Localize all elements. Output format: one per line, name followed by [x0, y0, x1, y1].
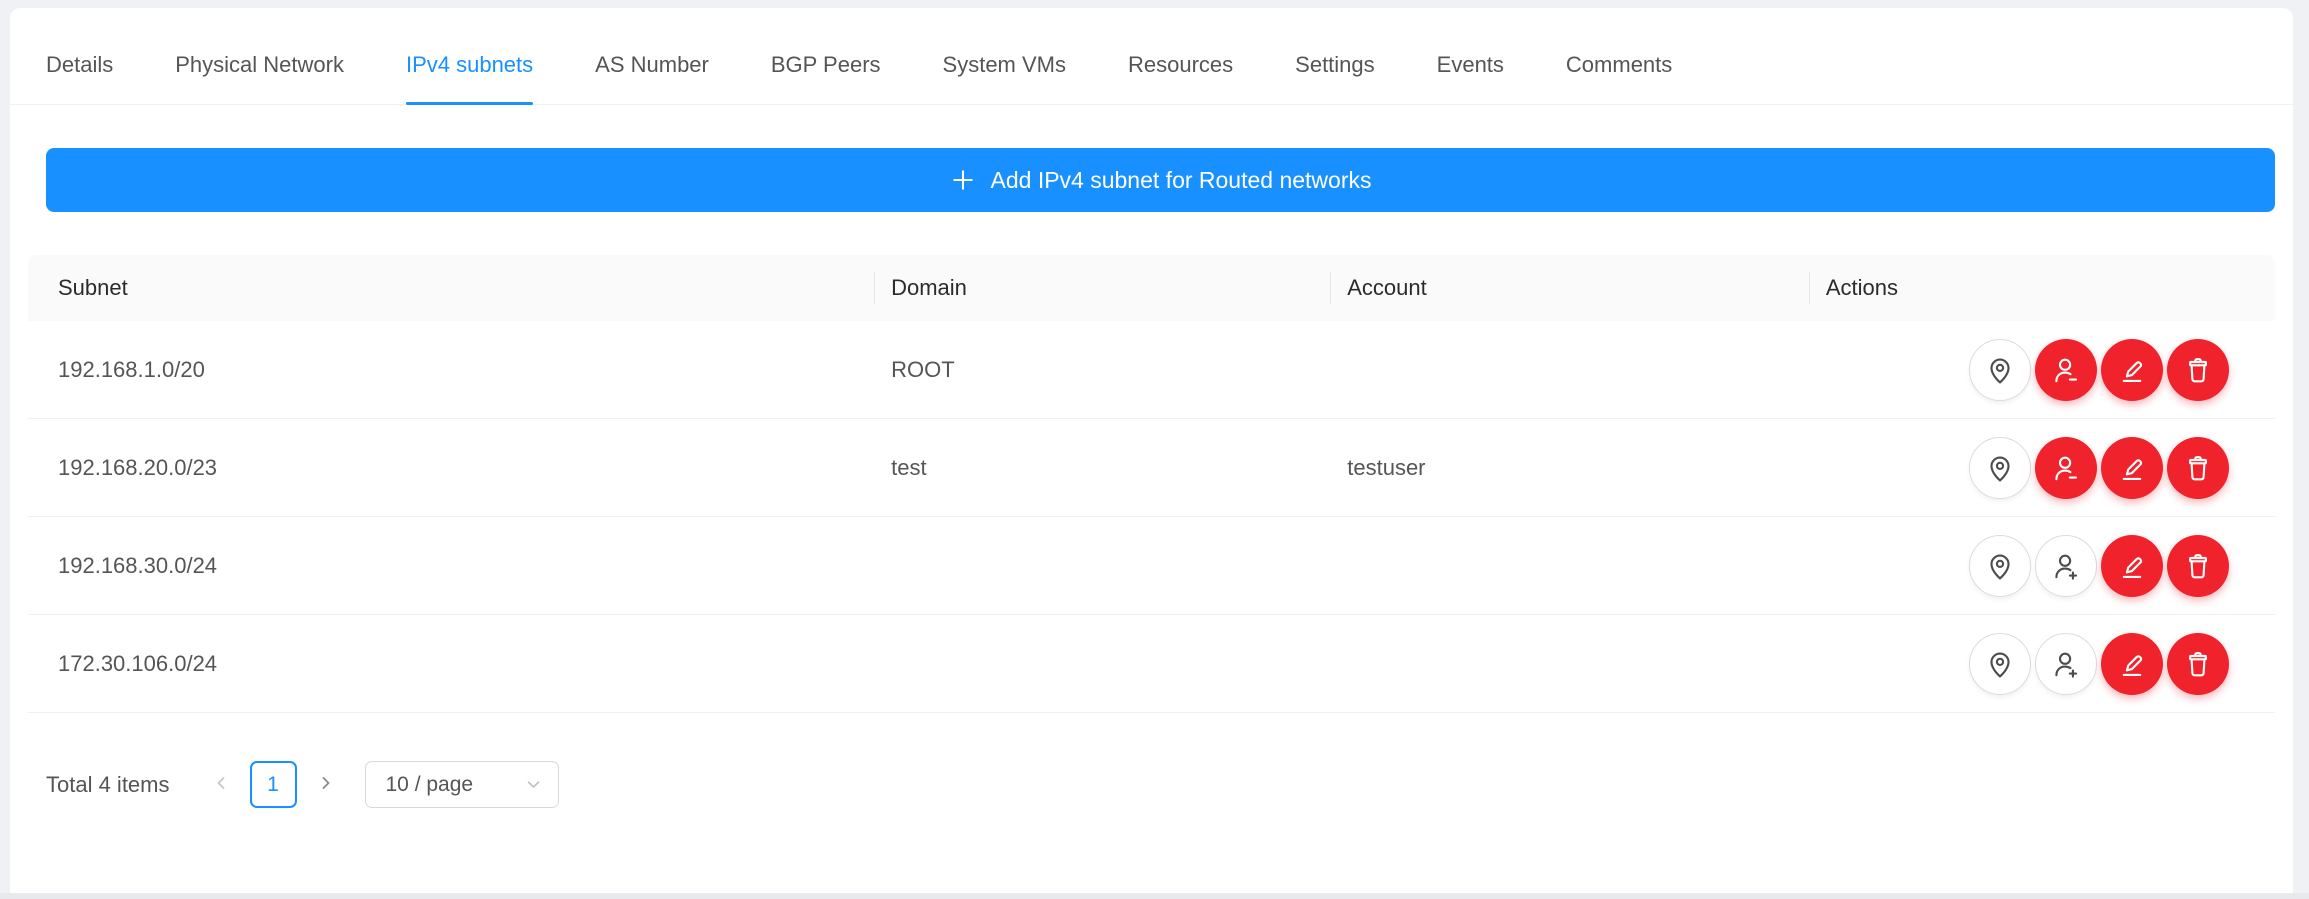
- cell-account: [1331, 517, 1810, 615]
- cell-account: [1331, 321, 1810, 419]
- release-dedication-button[interactable]: [2035, 339, 2097, 401]
- tab-physical-network[interactable]: Physical Network: [175, 26, 344, 104]
- tab-label: Physical Network: [175, 52, 344, 78]
- delete-icon: [2182, 452, 2214, 484]
- delete-icon: [2182, 648, 2214, 680]
- cell-account: testuser: [1331, 419, 1810, 517]
- tab-label: BGP Peers: [771, 52, 881, 78]
- previous-page-button[interactable]: [206, 761, 236, 808]
- column-header-account: Account: [1331, 255, 1810, 321]
- view-subnet-button[interactable]: [1969, 535, 2031, 597]
- cell-subnet: 192.168.1.0/20: [28, 321, 875, 419]
- dedicate-subnet-button[interactable]: [2035, 633, 2097, 695]
- tab-label: System VMs: [943, 52, 1066, 78]
- view-subnet-button[interactable]: [1969, 437, 2031, 499]
- table-row: 172.30.106.0/24: [28, 615, 2275, 713]
- release-dedication-button[interactable]: [2035, 437, 2097, 499]
- column-header-domain: Domain: [875, 255, 1331, 321]
- user-plus-icon: [2050, 550, 2082, 582]
- tab-system-vms[interactable]: System VMs: [943, 26, 1066, 104]
- edit-subnet-button[interactable]: [2101, 339, 2163, 401]
- tab-settings[interactable]: Settings: [1295, 26, 1375, 104]
- plus-icon: [950, 167, 976, 193]
- cell-domain: test: [875, 419, 1331, 517]
- tab-label: Details: [46, 52, 113, 78]
- cell-subnet: 172.30.106.0/24: [28, 615, 875, 713]
- location-pin-icon: [1984, 452, 2016, 484]
- edit-icon: [2116, 648, 2148, 680]
- table-row: 192.168.20.0/23 test testuser: [28, 419, 2275, 517]
- tab-events[interactable]: Events: [1437, 26, 1504, 104]
- row-actions: [1826, 339, 2259, 401]
- cell-domain: [875, 517, 1331, 615]
- view-subnet-button[interactable]: [1969, 339, 2031, 401]
- user-minus-icon: [2050, 354, 2082, 386]
- add-button-label: Add IPv4 subnet for Routed networks: [991, 167, 1372, 194]
- pagination: Total 4 items 1 10 / page: [46, 761, 2275, 808]
- table-row: 192.168.30.0/24: [28, 517, 2275, 615]
- page-size-label: 10 / page: [386, 773, 474, 797]
- window-bottom-edge: [0, 893, 2309, 899]
- delete-icon: [2182, 354, 2214, 386]
- edit-icon: [2116, 354, 2148, 386]
- tab-label: Events: [1437, 52, 1504, 78]
- subnet-table: Subnet Domain Account Actions 192.168.1.…: [28, 255, 2275, 713]
- tab-label: Comments: [1566, 52, 1672, 78]
- edit-icon: [2116, 452, 2148, 484]
- cell-subnet: 192.168.20.0/23: [28, 419, 875, 517]
- total-items-label: Total 4 items: [46, 772, 170, 798]
- table-header-row: Subnet Domain Account Actions: [28, 255, 2275, 321]
- page-size-dropdown[interactable]: 10 / page: [365, 761, 559, 808]
- location-pin-icon: [1984, 550, 2016, 582]
- edit-icon: [2116, 550, 2148, 582]
- column-header-actions: Actions: [1810, 255, 2275, 321]
- chevron-right-icon: [317, 774, 335, 795]
- table-row: 192.168.1.0/20 ROOT: [28, 321, 2275, 419]
- tab-label: AS Number: [595, 52, 709, 78]
- edit-subnet-button[interactable]: [2101, 633, 2163, 695]
- delete-subnet-button[interactable]: [2167, 633, 2229, 695]
- location-pin-icon: [1984, 354, 2016, 386]
- tab-as-number[interactable]: AS Number: [595, 26, 709, 104]
- edit-subnet-button[interactable]: [2101, 437, 2163, 499]
- chevron-left-icon: [212, 774, 230, 795]
- tab-ipv4-subnets[interactable]: IPv4 subnets: [406, 26, 533, 104]
- table-body: 192.168.1.0/20 ROOT: [28, 321, 2275, 713]
- page-1-button[interactable]: 1: [250, 761, 297, 808]
- row-actions: [1826, 633, 2259, 695]
- tab-resources[interactable]: Resources: [1128, 26, 1233, 104]
- dedicate-subnet-button[interactable]: [2035, 535, 2097, 597]
- add-ipv4-subnet-button[interactable]: Add IPv4 subnet for Routed networks: [46, 148, 2275, 212]
- edit-subnet-button[interactable]: [2101, 535, 2163, 597]
- user-minus-icon: [2050, 452, 2082, 484]
- cell-subnet: 192.168.30.0/24: [28, 517, 875, 615]
- tab-label: Settings: [1295, 52, 1375, 78]
- row-actions: [1826, 535, 2259, 597]
- location-pin-icon: [1984, 648, 2016, 680]
- cell-account: [1331, 615, 1810, 713]
- view-subnet-button[interactable]: [1969, 633, 2031, 695]
- cell-domain: [875, 615, 1331, 713]
- tab-bar: Details Physical Network IPv4 subnets AS…: [10, 8, 2293, 105]
- tab-bgp-peers[interactable]: BGP Peers: [771, 26, 881, 104]
- delete-icon: [2182, 550, 2214, 582]
- tab-label: Resources: [1128, 52, 1233, 78]
- column-header-subnet: Subnet: [28, 255, 875, 321]
- delete-subnet-button[interactable]: [2167, 339, 2229, 401]
- cell-domain: ROOT: [875, 321, 1331, 419]
- delete-subnet-button[interactable]: [2167, 535, 2229, 597]
- chevron-down-icon: [525, 776, 542, 793]
- row-actions: [1826, 437, 2259, 499]
- tab-comments[interactable]: Comments: [1566, 26, 1672, 104]
- tab-label: IPv4 subnets: [406, 52, 533, 78]
- tab-details[interactable]: Details: [46, 26, 113, 104]
- user-plus-icon: [2050, 648, 2082, 680]
- next-page-button[interactable]: [311, 761, 341, 808]
- detail-card: Details Physical Network IPv4 subnets AS…: [10, 8, 2293, 899]
- delete-subnet-button[interactable]: [2167, 437, 2229, 499]
